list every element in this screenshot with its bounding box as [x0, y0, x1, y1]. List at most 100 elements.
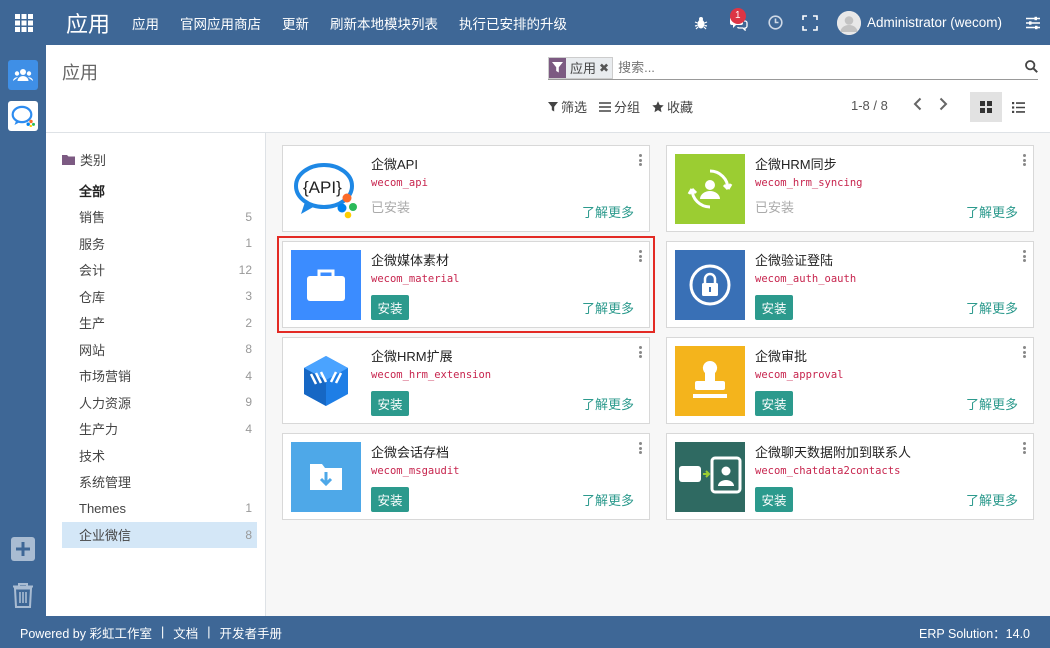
- installed-label: 已安装: [371, 200, 411, 215]
- powered-by-link[interactable]: Powered by 彩虹工作室: [20, 623, 152, 642]
- add-app-icon[interactable]: [8, 534, 38, 564]
- docs-link[interactable]: 文档: [173, 623, 198, 642]
- learn-more-link[interactable]: 了解更多: [582, 202, 634, 221]
- category-label: 生产: [79, 316, 106, 332]
- category-item-inventory[interactable]: 仓库 3: [62, 283, 257, 310]
- sync-user-icon: [675, 154, 745, 224]
- left-app-strip: [0, 45, 46, 616]
- category-item-accounting[interactable]: 会计 12: [62, 257, 257, 284]
- category-item-wecom[interactable]: 企业微信 8: [62, 521, 257, 548]
- menu-apps[interactable]: 应用: [132, 13, 159, 33]
- category-label: 全部: [79, 183, 106, 199]
- category-item-productivity[interactable]: 生产力 4: [62, 416, 257, 443]
- category-count: 8: [245, 527, 252, 542]
- app-card-wecom-hrm-syncing[interactable]: 企微HRM同步 wecom_hrm_syncing 已安装 了解更多: [666, 145, 1034, 232]
- apps-kanban: {API} 企微API wecom_api 已安装 了解更多 企微HRM同步 w…: [266, 133, 1050, 616]
- category-item-hr[interactable]: 人力资源 9: [62, 389, 257, 416]
- pager-value[interactable]: 1-8 / 8: [851, 98, 888, 113]
- systray: 1 Administrator (wecom): [687, 0, 1050, 45]
- category-item-technical[interactable]: 技术: [62, 442, 257, 469]
- app-card-wecom-msgaudit[interactable]: 企微会话存档 wecom_msgaudit 安装 了解更多: [282, 433, 650, 520]
- category-item-marketing[interactable]: 市场营销 4: [62, 363, 257, 390]
- kanban-view-grid-icon[interactable]: [970, 92, 1002, 122]
- group-bars-icon: [599, 101, 612, 112]
- menu-scheduled-upgrades[interactable]: 执行已安排的升级: [459, 13, 567, 33]
- menu-refresh-modules[interactable]: 刷新本地模块列表: [330, 13, 438, 33]
- card-menu-kebab-icon[interactable]: [638, 346, 642, 358]
- category-item-administration[interactable]: 系统管理: [62, 469, 257, 496]
- chevron-left-icon[interactable]: [904, 97, 930, 111]
- installed-label: 已安装: [755, 200, 795, 215]
- chevron-right-icon[interactable]: [930, 97, 956, 111]
- wecom-app-icon[interactable]: [8, 101, 38, 131]
- learn-more-link[interactable]: 了解更多: [966, 298, 1018, 317]
- version-label: ERP Solution：14.0: [919, 626, 1030, 641]
- app-technical-name: wecom_api: [371, 177, 428, 189]
- settings-sliders-icon[interactable]: [1016, 0, 1050, 45]
- category-item-themes[interactable]: Themes 1: [62, 495, 257, 522]
- install-button[interactable]: 安装: [755, 487, 793, 512]
- install-button[interactable]: 安装: [371, 391, 409, 416]
- svg-text:{API}: {API}: [303, 178, 342, 197]
- list-view-icon[interactable]: [1002, 92, 1034, 122]
- category-label: 系统管理: [79, 475, 132, 491]
- api-icon: {API}: [291, 154, 361, 224]
- favorites-button[interactable]: 收藏: [652, 97, 693, 116]
- trash-icon[interactable]: [8, 580, 38, 610]
- app-technical-name: wecom_chatdata2contacts: [755, 465, 901, 477]
- app-name: 企微会话存档: [371, 445, 450, 460]
- category-count: 12: [238, 262, 252, 277]
- search-input[interactable]: [618, 60, 999, 75]
- category-item-sales[interactable]: 销售 5: [62, 204, 257, 231]
- user-menu[interactable]: Administrator (wecom): [836, 0, 1002, 45]
- learn-more-link[interactable]: 了解更多: [966, 490, 1018, 509]
- menu-app-store[interactable]: 官网应用商店: [180, 13, 261, 33]
- card-menu-kebab-icon[interactable]: [638, 154, 642, 166]
- app-card-wecom-chatdata2contacts[interactable]: 企微聊天数据附加到联系人 wecom_chatdata2contacts 安装 …: [666, 433, 1034, 520]
- app-name: 企微审批: [755, 349, 808, 364]
- app-card-wecom-auth-oauth[interactable]: 企微验证登陆 wecom_auth_oauth 安装 了解更多: [666, 241, 1034, 328]
- card-menu-kebab-icon[interactable]: [1022, 442, 1026, 454]
- card-menu-kebab-icon[interactable]: [638, 442, 642, 454]
- avatar: [836, 10, 861, 35]
- debug-bug-icon[interactable]: [687, 0, 715, 45]
- install-button[interactable]: 安装: [371, 487, 409, 512]
- facet-remove-icon[interactable]: ✖: [599, 61, 612, 75]
- category-item-manufacturing[interactable]: 生产 2: [62, 310, 257, 337]
- learn-more-link[interactable]: 了解更多: [582, 298, 634, 317]
- learn-more-link[interactable]: 了解更多: [966, 394, 1018, 413]
- category-count: 5: [245, 209, 252, 224]
- briefcase-icon: [291, 250, 361, 320]
- install-button[interactable]: 安装: [755, 295, 793, 320]
- messages-button[interactable]: 1: [721, 0, 757, 45]
- group-by-button[interactable]: 分组: [599, 97, 640, 116]
- category-item-services[interactable]: 服务 1: [62, 230, 257, 257]
- contacts-group-icon[interactable]: [8, 60, 38, 90]
- app-title[interactable]: 应用: [66, 7, 110, 39]
- category-item-website[interactable]: 网站 8: [62, 336, 257, 363]
- install-button[interactable]: 安装: [371, 295, 409, 320]
- app-card-wecom-hrm-extension[interactable]: 企微HRM扩展 wecom_hrm_extension 安装 了解更多: [282, 337, 650, 424]
- card-menu-kebab-icon[interactable]: [638, 250, 642, 262]
- app-card-wecom-approval[interactable]: 企微审批 wecom_approval 安装 了解更多: [666, 337, 1034, 424]
- learn-more-link[interactable]: 了解更多: [582, 394, 634, 413]
- apps-menu-icon[interactable]: [0, 0, 48, 45]
- search-magnifier-icon[interactable]: [1025, 60, 1038, 76]
- install-button[interactable]: 安装: [755, 391, 793, 416]
- activity-clock-icon[interactable]: [761, 0, 791, 45]
- learn-more-link[interactable]: 了解更多: [582, 490, 634, 509]
- card-menu-kebab-icon[interactable]: [1022, 154, 1026, 166]
- menu-updates[interactable]: 更新: [282, 13, 309, 33]
- card-menu-kebab-icon[interactable]: [1022, 250, 1026, 262]
- card-menu-kebab-icon[interactable]: [1022, 346, 1026, 358]
- app-card-wecom-api[interactable]: {API} 企微API wecom_api 已安装 了解更多: [282, 145, 650, 232]
- learn-more-link[interactable]: 了解更多: [966, 202, 1018, 221]
- app-technical-name: wecom_approval: [755, 369, 844, 381]
- fullscreen-icon[interactable]: [795, 0, 825, 45]
- category-label: 生产力: [79, 422, 119, 438]
- dev-manual-link[interactable]: 开发者手册: [220, 623, 283, 642]
- category-label: Themes: [79, 500, 126, 516]
- filter-button[interactable]: 筛选: [548, 97, 587, 116]
- category-item-all[interactable]: 全部: [62, 177, 257, 204]
- app-card-wecom-material[interactable]: 企微媒体素材 wecom_material 安装 了解更多: [277, 236, 655, 333]
